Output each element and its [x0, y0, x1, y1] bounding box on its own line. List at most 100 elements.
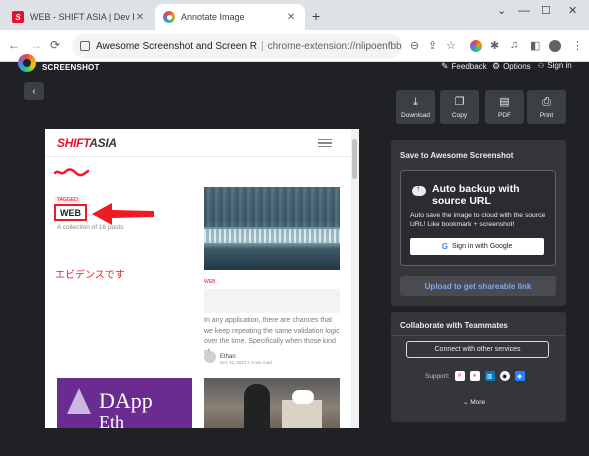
side-panel-icon[interactable]: ◧ [530, 39, 540, 52]
post-thumbnail-dapp: DApp Eth [57, 378, 192, 428]
tag-name: WEB [60, 207, 81, 218]
avatar [204, 351, 216, 363]
forward-button[interactable]: → [30, 38, 42, 52]
extension-page-icon [80, 41, 90, 51]
post-category: WEB [204, 279, 216, 285]
address-bar[interactable]: Awesome Screenshot and Screen R | chrome… [72, 34, 402, 58]
awesome-screenshot-icon [163, 11, 175, 23]
post-thumbnail-frozen-lake [204, 187, 340, 270]
address-url: chrome-extension://nlipoenfbbikpbjkfpfil… [267, 40, 402, 52]
divider [391, 335, 566, 336]
printer-icon: ⎙ [542, 95, 551, 108]
gear-icon: ⚙ [492, 61, 501, 71]
github-icon: ◉ [499, 371, 510, 381]
tab-shift-asia[interactable]: S WEB - SHIFT ASIA | Dev Blog ✕ [4, 4, 154, 30]
jira-icon: ◆ [514, 371, 525, 381]
export-actions: ⤓ Download ❐ Copy ▤ PDF ⎙ Print [396, 90, 566, 124]
trello-icon: ▥ [484, 371, 495, 381]
feedback-label: Feedback [451, 62, 487, 71]
pdf-button[interactable]: ▤ PDF [485, 90, 524, 124]
collection-count: A collection of 16 posts [57, 224, 124, 231]
copy-icon: ❐ [454, 95, 465, 108]
close-icon[interactable]: ✕ [134, 12, 146, 23]
feedback-link[interactable]: ✎ Feedback [441, 61, 487, 72]
site-header: SHIFTASIA [45, 129, 351, 157]
post-title-placeholder [204, 289, 340, 313]
options-label: Options [503, 62, 531, 71]
google-signin-label: Sign in with Google [451, 243, 513, 250]
user-icon: ⚇ [538, 62, 545, 70]
connect-services-button[interactable]: Connect with other services [406, 341, 549, 358]
tab-title: WEB - SHIFT ASIA | Dev Blog [30, 12, 134, 22]
extensions-puzzle-icon[interactable]: ✱ [490, 39, 499, 52]
new-tab-button[interactable]: + [312, 8, 320, 24]
save-panel: Save to Awesome Screenshot Auto backup w… [391, 140, 566, 306]
ethereum-logo-icon [67, 388, 91, 414]
more-services-link[interactable]: ⌄ More [463, 398, 485, 406]
post-thumbnail-google-cloud [204, 378, 340, 428]
brand-line2: SCREENSHOT [42, 63, 100, 72]
download-icon: ⤓ [413, 95, 418, 108]
awesome-screenshot-logo-icon [18, 54, 36, 72]
options-link[interactable]: ⚙ Options [492, 61, 531, 72]
tab-search-icon[interactable]: ⌄ [497, 4, 506, 17]
reload-button[interactable]: ⟳ [50, 38, 60, 52]
media-control-icon[interactable]: ♫ [510, 39, 518, 51]
upload-shareable-link-button[interactable]: Upload to get shareable link [400, 276, 556, 296]
pdf-label: PDF [498, 111, 511, 119]
window-close-button[interactable]: ✕ [568, 4, 577, 17]
collab-panel-title: Collaborate with Teammates [400, 321, 508, 330]
copy-button[interactable]: ❐ Copy [440, 90, 479, 124]
zoom-icon[interactable]: ⊖ [410, 39, 419, 52]
connect-label: Connect with other services [434, 346, 521, 353]
annotation-rectangle: WEB [54, 204, 87, 221]
profile-avatar-icon[interactable] [549, 40, 561, 52]
bookmark-star-icon[interactable]: ☆ [446, 39, 456, 52]
brand-logo[interactable]: AWESOME SCREENSHOT [18, 54, 100, 72]
address-separator: | [261, 40, 264, 52]
backup-description: Auto save the image to cloud with the so… [410, 212, 546, 228]
brand-line1: AWESOME [42, 54, 86, 63]
annotation-text: エビデンスです [55, 270, 125, 281]
tab-annotate-image[interactable]: Annotate Image ✕ [155, 4, 305, 30]
address-page-title: Awesome Screenshot and Screen R [96, 40, 258, 52]
dapp-image-text-2: Eth [99, 412, 124, 428]
print-label: Print [539, 111, 554, 119]
chevron-left-icon: ‹ [32, 85, 36, 97]
pdf-icon: ▤ [499, 95, 510, 108]
collaborate-panel: Collaborate with Teammates Connect with … [391, 312, 566, 422]
shift-asia-icon: S [12, 11, 24, 23]
sign-in-with-google-button[interactable]: G Sign in with Google [410, 238, 544, 255]
canvas-scrollbar-thumb [352, 139, 357, 179]
cloud-upload-icon [412, 184, 426, 196]
save-panel-title: Save to Awesome Screenshot [400, 151, 514, 160]
signin-link[interactable]: ⚇ Sign in [538, 61, 572, 70]
feedback-icon: ✎ [441, 61, 449, 71]
dapp-image-text: DApp [99, 388, 153, 413]
post-date: Dec 11, 2021 • 4 min read [220, 360, 272, 365]
hamburger-menu-icon [318, 139, 332, 147]
signin-label: Sign in [547, 61, 572, 70]
back-to-editor-button[interactable]: ‹ [24, 82, 44, 100]
browser-menu-icon[interactable]: ⋮ [572, 39, 583, 52]
backup-title: Auto backup with source URL [432, 183, 520, 207]
awesome-screenshot-extension-icon[interactable] [470, 40, 482, 52]
back-button[interactable]: ← [8, 38, 20, 52]
download-button[interactable]: ⤓ Download [396, 90, 435, 124]
download-label: Download [401, 111, 430, 119]
asana-icon: ● [469, 371, 480, 381]
copy-label: Copy [451, 111, 468, 119]
auto-backup-card: Auto backup with source URL Auto save th… [400, 170, 556, 266]
maximize-button[interactable]: ☐ [541, 4, 551, 17]
upload-label: Upload to get shareable link [424, 281, 532, 291]
tagged-label: TAGGED [55, 197, 80, 203]
print-button[interactable]: ⎙ Print [527, 90, 566, 124]
share-icon[interactable]: ⇪ [428, 39, 437, 52]
minimize-button[interactable]: — [518, 3, 530, 17]
google-cloud-logo-icon [292, 390, 314, 404]
close-icon[interactable]: ✕ [285, 12, 297, 23]
annotation-squiggle [54, 168, 90, 177]
slack-icon: # [454, 371, 465, 381]
screenshot-canvas[interactable]: SHIFTASIA TAGGED WEB A collection of 16 … [45, 129, 359, 428]
tab-title: Annotate Image [181, 12, 245, 22]
